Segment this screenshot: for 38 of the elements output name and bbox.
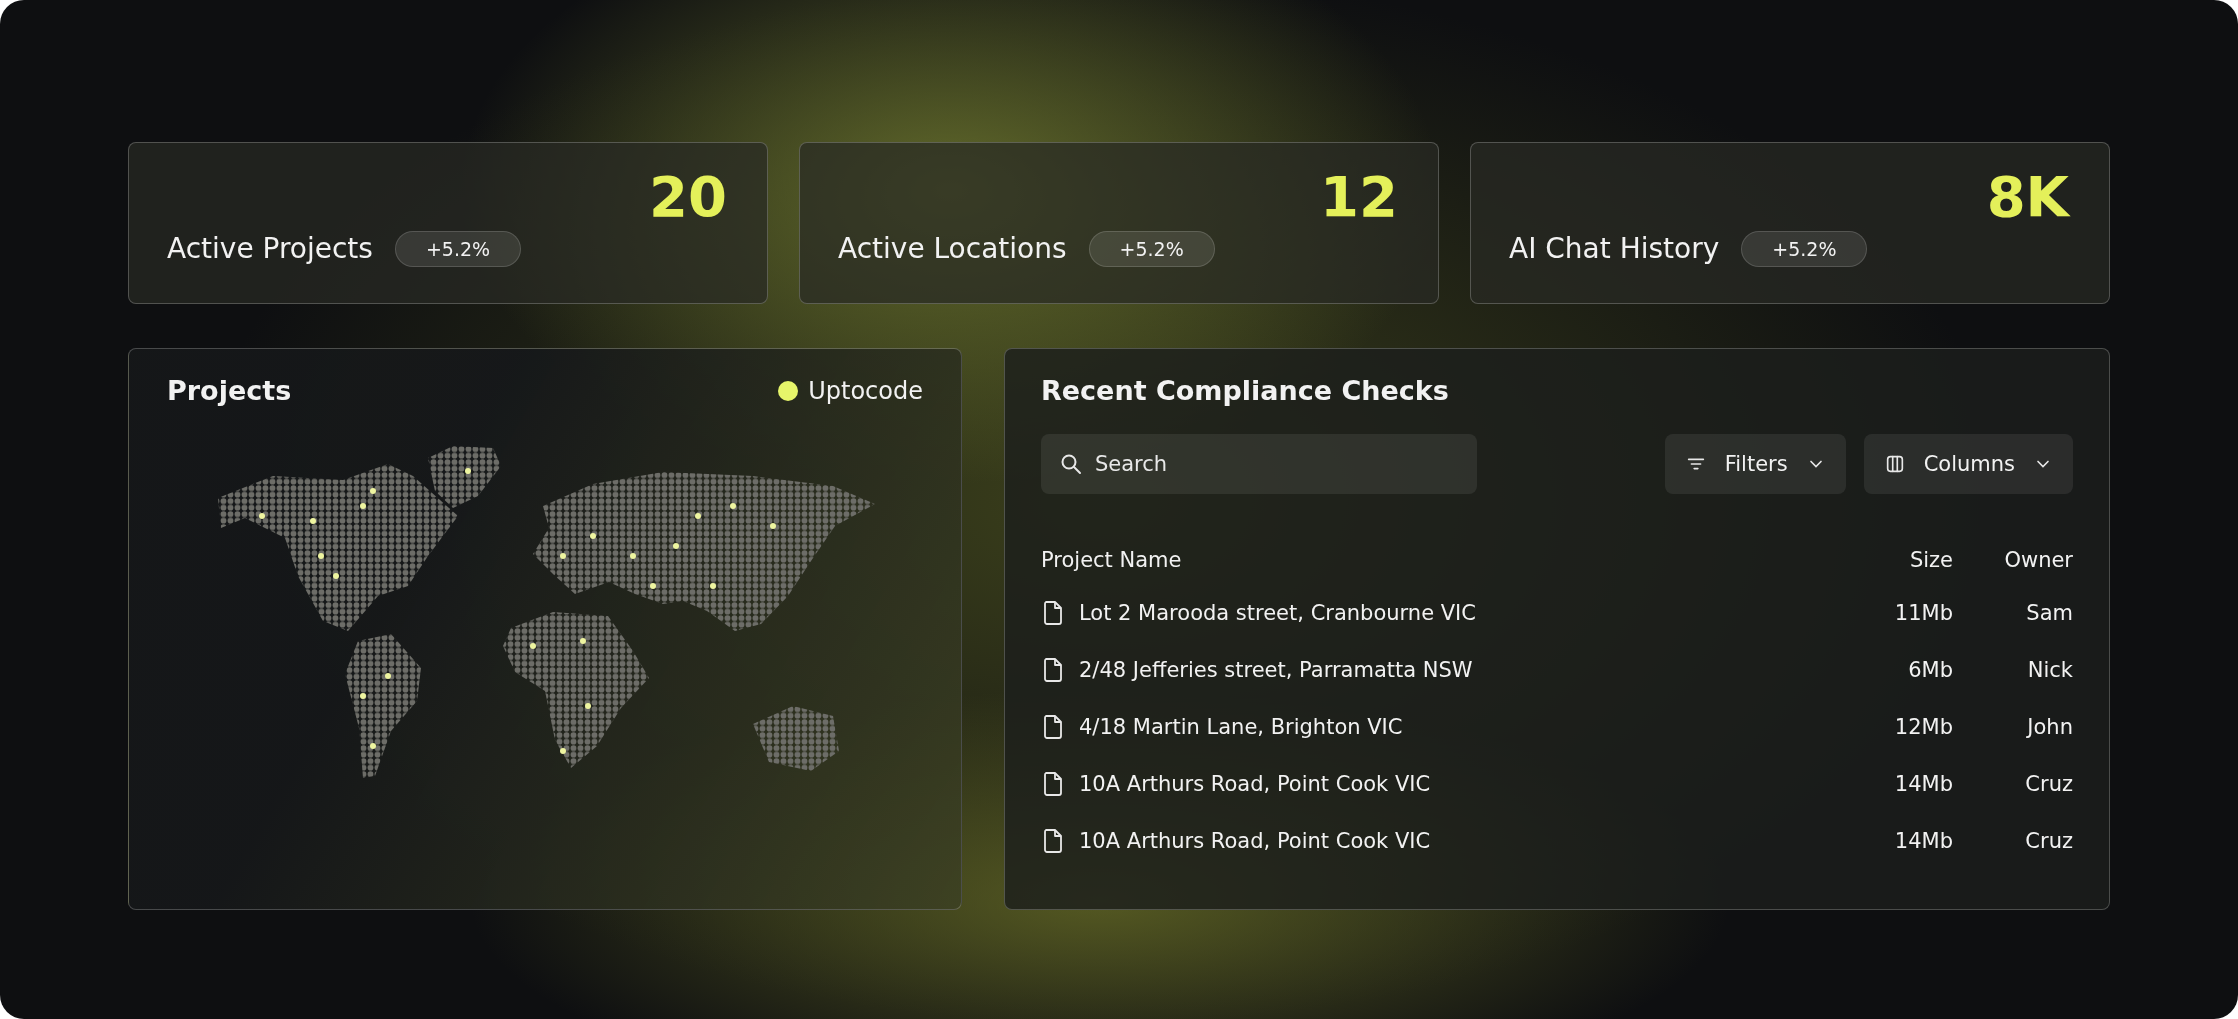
column-header: Project Name — [1041, 548, 1183, 572]
project-name[interactable]: 2/48 Jefferies street, Parramatta NSW — [1079, 657, 1473, 682]
file-icon — [1041, 713, 1065, 740]
table-cell-text: John — [2025, 714, 2073, 739]
change-badge: +5.2% — [1088, 231, 1215, 267]
stat-label: Active Projects — [167, 232, 373, 266]
table-cell-text: Cruz — [2024, 828, 2073, 853]
table-cell-text: 11Mb — [1893, 600, 1953, 625]
stat-label: AI Chat History — [1509, 232, 1720, 266]
panel-title: Projects — [167, 375, 292, 406]
table-cell-text: Nick — [2026, 657, 2073, 682]
stat-value: 12 — [1320, 169, 1398, 225]
search-icon — [1059, 452, 1083, 476]
file-icon — [1041, 770, 1065, 797]
file-icon — [1041, 656, 1065, 683]
change-badge: +5.2% — [1741, 231, 1868, 267]
project-name[interactable]: 10A Arthurs Road, Point Cook VIC — [1079, 771, 1431, 796]
table-cell-text: Sam — [2025, 600, 2073, 625]
project-name[interactable]: 10A Arthurs Road, Point Cook VIC — [1079, 828, 1431, 853]
stat-value: 8K — [1986, 169, 2069, 225]
change-badge: +5.2% — [394, 231, 522, 267]
stat-label: Active Locations — [838, 232, 1067, 266]
table-cell-text: Cruz — [2024, 771, 2073, 796]
panel-title: Recent Compliance Checks — [1041, 375, 1450, 406]
column-header: Owner — [2003, 548, 2073, 572]
file-icon — [1041, 827, 1065, 854]
table-cell-text: 14Mb — [1893, 771, 1953, 796]
legend-item: Uptocode — [778, 376, 923, 405]
stat-value: 20 — [649, 169, 727, 225]
project-name[interactable]: 4/18 Martin Lane, Brighton VIC — [1079, 714, 1403, 739]
project-name[interactable]: Lot 2 Marooda street, Cranbourne VIC — [1079, 600, 1476, 625]
columns-button[interactable]: Columns — [1863, 434, 2073, 494]
column-header: Size — [1908, 548, 1953, 572]
table-cell-text: 12Mb — [1893, 714, 1953, 739]
table-cell-text: 14Mb — [1893, 828, 1953, 853]
file-icon — [1041, 599, 1065, 626]
filters-button[interactable]: Filters — [1664, 434, 1846, 494]
table-cell-text: 6Mb — [1907, 657, 1953, 682]
